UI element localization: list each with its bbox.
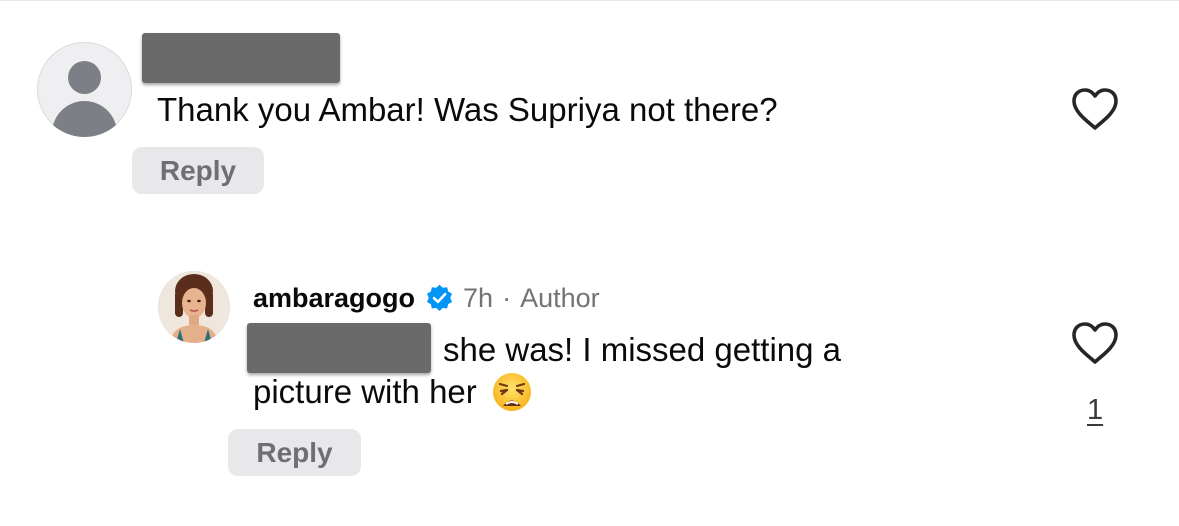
- like-count[interactable]: 1: [1087, 394, 1103, 427]
- separator-dot: ·: [502, 282, 512, 313]
- comment-text: Thank you Ambar! Was Supriya not there?: [157, 91, 778, 128]
- verified-badge-icon: [426, 284, 453, 311]
- author-avatar[interactable]: [158, 271, 230, 343]
- username[interactable]: ambaragogo: [253, 283, 415, 314]
- heart-icon[interactable]: [1070, 86, 1120, 132]
- comment-text-line-2: picture with her: [253, 371, 533, 413]
- comment-header: ambaragogo 7h · Author: [253, 281, 600, 315]
- weary-face-emoji: [492, 373, 531, 411]
- comment-text-line-1: she was! I missed getting a: [443, 331, 842, 368]
- redacted-username: [142, 33, 340, 83]
- heart-icon[interactable]: [1070, 320, 1120, 366]
- default-user-avatar-icon[interactable]: [37, 42, 132, 137]
- redacted-mention: [247, 323, 431, 373]
- profile-photo: [158, 271, 230, 343]
- reply-button[interactable]: Reply: [228, 429, 361, 476]
- top-divider: [0, 0, 1179, 1]
- comment-text: picture with her: [253, 373, 477, 410]
- reply-button[interactable]: Reply: [132, 147, 264, 194]
- comment-time: 7h: [463, 282, 494, 313]
- author-label: Author: [520, 282, 600, 313]
